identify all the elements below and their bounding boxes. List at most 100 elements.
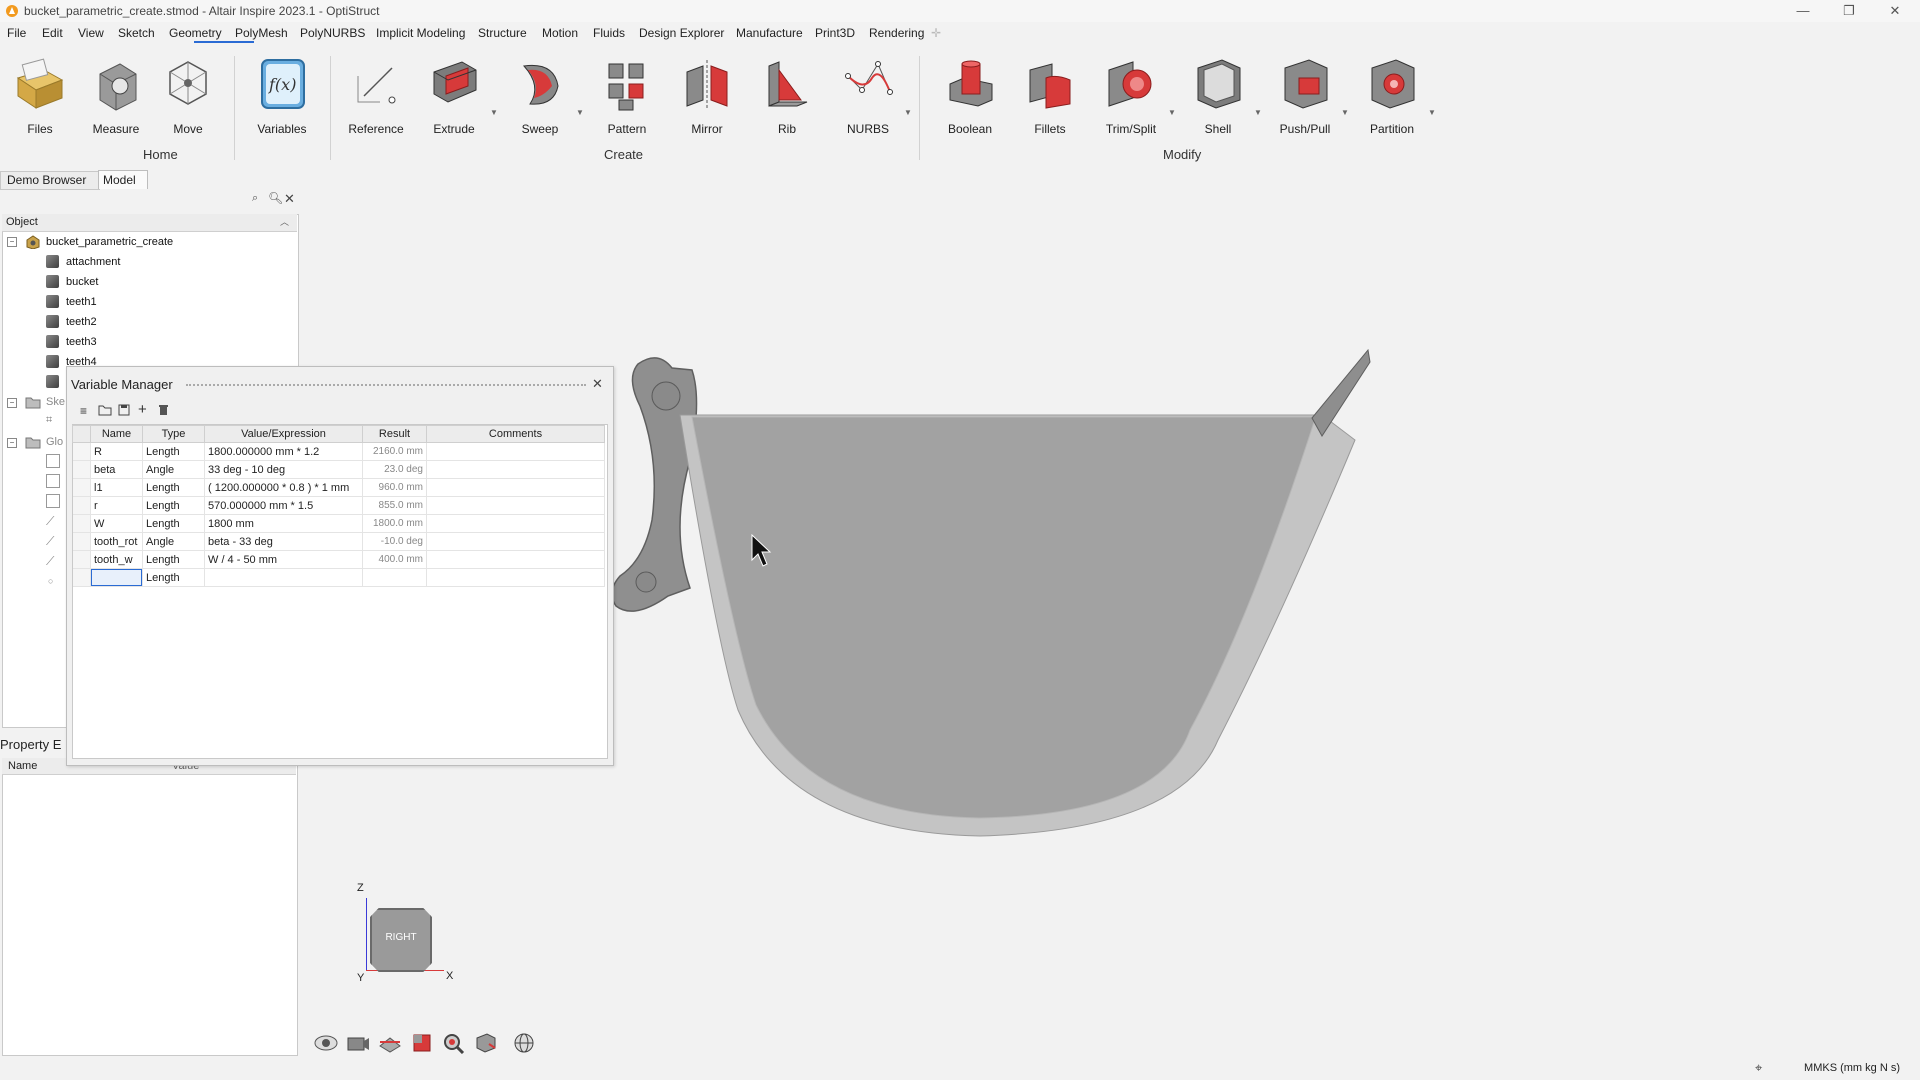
view-cube-face-label[interactable]: RIGHT [370, 932, 432, 943]
variable-expression-cell[interactable]: beta - 33 deg [204, 532, 363, 551]
global-view-icon[interactable] [511, 1032, 537, 1054]
viewport-bucket-model[interactable] [600, 320, 1400, 860]
variable-comments-cell[interactable] [426, 514, 605, 533]
extrude-dropdown-icon[interactable]: ▼ [490, 108, 498, 117]
menu-file[interactable]: File [7, 26, 26, 40]
menu-polynurbs[interactable]: PolyNURBS [300, 26, 365, 40]
close-panel-icon[interactable]: ✕ [284, 191, 295, 207]
nurbs-dropdown-icon[interactable]: ▼ [904, 108, 912, 117]
variable-comments-cell[interactable] [426, 442, 605, 461]
close-dialog-icon[interactable]: ✕ [592, 376, 603, 392]
save-icon[interactable] [118, 404, 130, 416]
tree-item-teeth2[interactable]: teeth2 [66, 316, 97, 328]
col-header-comments[interactable]: Comments [426, 425, 605, 443]
menu-design-explorer[interactable]: Design Explorer [639, 26, 724, 40]
table-row-new[interactable]: Length [72, 568, 605, 587]
rib-tool[interactable]: Rib [752, 56, 822, 146]
variable-type-cell[interactable]: Length [142, 478, 205, 497]
tree-item-teeth1[interactable]: teeth1 [66, 296, 97, 308]
variable-type-cell[interactable]: Length [142, 496, 205, 515]
tree-item-attachment[interactable]: attachment [66, 256, 120, 268]
pattern-tool[interactable]: Pattern [592, 56, 662, 146]
variable-name-cell[interactable]: r [90, 496, 143, 515]
tree-root-label[interactable]: bucket_parametric_create [46, 236, 173, 248]
variable-type-cell[interactable]: Angle [142, 460, 205, 479]
table-row[interactable]: tooth_rot Angle beta - 33 deg -10.0 deg [72, 532, 605, 551]
variable-comments-cell[interactable] [426, 496, 605, 515]
search-icon[interactable]: 🔍︎ [268, 191, 283, 205]
partition-tool[interactable]: Partition [1357, 56, 1427, 146]
open-folder-icon[interactable] [98, 404, 112, 416]
units-selector[interactable]: MMKS (mm kg N s) [1804, 1062, 1900, 1074]
delete-icon[interactable] [158, 404, 169, 416]
menu-fluids[interactable]: Fluids [593, 26, 625, 40]
variable-expression-cell[interactable]: ( 1200.000000 * 0.8 ) * 1 mm [204, 478, 363, 497]
menu-print3d[interactable]: Print3D [815, 26, 855, 40]
menu-structure[interactable]: Structure [478, 26, 527, 40]
variable-name-cell[interactable]: tooth_rot [90, 532, 143, 551]
variable-type-cell[interactable]: Length [142, 550, 205, 569]
push-pull-dropdown-icon[interactable]: ▼ [1341, 108, 1349, 117]
variable-type-cell[interactable]: Length [142, 568, 205, 587]
new-variable-name-input[interactable] [91, 569, 142, 586]
table-row[interactable]: l1 Length ( 1200.000000 * 0.8 ) * 1 mm 9… [72, 478, 605, 497]
variable-expression-cell[interactable]: 33 deg - 10 deg [204, 460, 363, 479]
variable-expression-cell[interactable] [204, 568, 363, 587]
variable-name-cell[interactable]: beta [90, 460, 143, 479]
variable-type-cell[interactable]: Length [142, 442, 205, 461]
camera-icon[interactable] [345, 1032, 371, 1054]
col-header-type[interactable]: Type [142, 425, 205, 443]
restore-button[interactable]: ❐ [1826, 0, 1872, 22]
variables-tool[interactable]: f(x) Variables [247, 56, 317, 146]
variable-comments-cell[interactable] [426, 568, 605, 587]
view-orientation-icon[interactable] [473, 1032, 499, 1054]
fillets-tool[interactable]: Fillets [1015, 56, 1085, 146]
menu-motion[interactable]: Motion [542, 26, 578, 40]
menu-edit[interactable]: Edit [42, 26, 63, 40]
zoom-icon[interactable] [441, 1032, 467, 1055]
variable-name-cell[interactable]: tooth_w [90, 550, 143, 569]
variable-type-cell[interactable]: Angle [142, 532, 205, 551]
collapse-toggle-icon[interactable]: − [7, 398, 17, 408]
settings-crosshair-icon[interactable]: ⌖ [1755, 1060, 1762, 1076]
collapse-chevron-icon[interactable]: ︿ [280, 215, 289, 228]
tree-item-sketches[interactable]: Ske [46, 396, 65, 408]
trim-split-dropdown-icon[interactable]: ▼ [1168, 108, 1176, 117]
table-row[interactable]: W Length 1800 mm 1800.0 mm [72, 514, 605, 533]
variable-expression-cell[interactable]: 1800.000000 mm * 1.2 [204, 442, 363, 461]
variable-name-cell[interactable]: l1 [90, 478, 143, 497]
col-header-result[interactable]: Result [362, 425, 427, 443]
table-row[interactable]: R Length 1800.000000 mm * 1.2 2160.0 mm [72, 442, 605, 461]
variable-comments-cell[interactable] [426, 550, 605, 569]
tree-item-global[interactable]: Glo [46, 436, 63, 448]
variable-comments-cell[interactable] [426, 460, 605, 479]
menu-view[interactable]: View [78, 26, 104, 40]
variable-name-cell[interactable]: W [90, 514, 143, 533]
menu-manufacture[interactable]: Manufacture [736, 26, 803, 40]
tab-demo-browser[interactable]: Demo Browser [0, 171, 100, 190]
add-variable-icon[interactable]: + [138, 401, 147, 418]
collapse-toggle-icon[interactable]: − [7, 237, 17, 247]
tree-item-teeth3[interactable]: teeth3 [66, 336, 97, 348]
reference-tool[interactable]: Reference [341, 56, 411, 146]
tree-item-bucket[interactable]: bucket [66, 276, 98, 288]
table-row[interactable]: r Length 570.000000 mm * 1.5 855.0 mm [72, 496, 605, 515]
nurbs-tool[interactable]: NURBS [833, 56, 903, 146]
section-cut-icon[interactable] [377, 1032, 403, 1054]
menu-rendering[interactable]: Rendering [869, 26, 924, 40]
minimize-button[interactable]: — [1780, 0, 1826, 22]
variable-expression-cell[interactable]: W / 4 - 50 mm [204, 550, 363, 569]
table-row[interactable]: beta Angle 33 deg - 10 deg 23.0 deg [72, 460, 605, 479]
close-window-button[interactable]: ✕ [1872, 0, 1918, 22]
variable-expression-cell[interactable]: 1800 mm [204, 514, 363, 533]
shell-dropdown-icon[interactable]: ▼ [1254, 108, 1262, 117]
move-tool[interactable]: Move [153, 56, 223, 146]
col-header-expression[interactable]: Value/Expression [204, 425, 363, 443]
menu-geometry[interactable]: Geometry [169, 26, 222, 40]
display-mode-icon[interactable] [409, 1032, 435, 1054]
collapse-toggle-icon[interactable]: − [7, 438, 17, 448]
menu-sketch[interactable]: Sketch [118, 26, 155, 40]
table-row[interactable]: tooth_w Length W / 4 - 50 mm 400.0 mm [72, 550, 605, 569]
boolean-tool[interactable]: Boolean [935, 56, 1005, 146]
variable-comments-cell[interactable] [426, 478, 605, 497]
